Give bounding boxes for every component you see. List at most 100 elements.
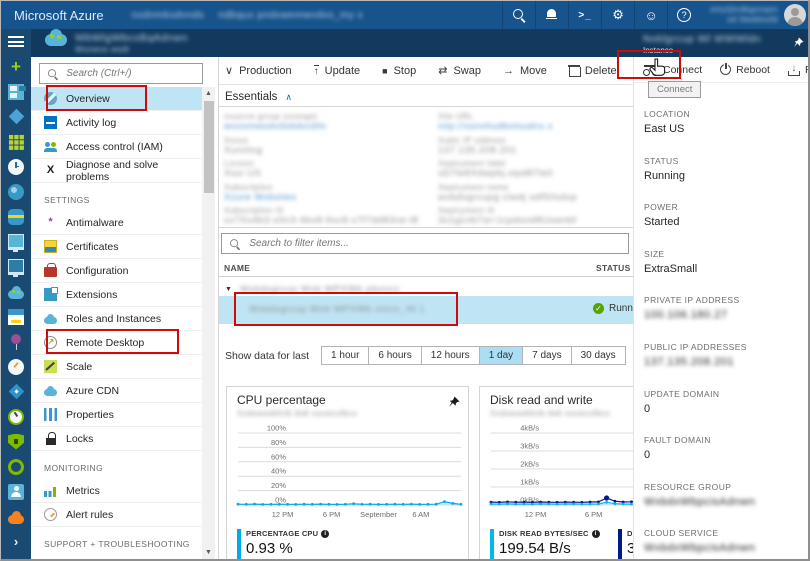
sidebar-item-properties[interactable]: Properties [31, 403, 203, 427]
essentials-pair: xxusrce grcup (xxsnge)wsxsmwsdvdxbdvcbfx [224, 112, 429, 132]
essentials-label-redacted: Xlie URL [438, 112, 630, 121]
disk-chart-card[interactable]: Disk read and writeXxdswsebfclb ibdl xsv… [479, 386, 633, 561]
sidebar-item-metrics[interactable]: Metrics [31, 479, 203, 503]
pin-icon[interactable] [448, 395, 460, 413]
range-30-days[interactable]: 30 days [572, 346, 626, 365]
sidebar-item-access-control-iam-[interactable]: Access control (IAM) [31, 135, 203, 159]
instance-row[interactable]: Wxbdxgrcup Wxb WPXWb xlncn_IN 1 ✓ Runnin… [219, 296, 633, 324]
time-range-bar: Show data for last 1 hour6 hours12 hours… [225, 346, 626, 365]
recent-clock-icon[interactable] [1, 154, 31, 179]
range-6-hours[interactable]: 6 hours [369, 346, 421, 365]
swap-button[interactable]: ⇄Swap [438, 64, 481, 77]
brand[interactable]: Microsoft Azure [14, 8, 104, 23]
move-button[interactable]: →Move [503, 65, 547, 77]
range-1-day[interactable]: 1 day [480, 346, 523, 365]
legend-item: DISK WRITE BYTES/SECi38 [618, 529, 633, 560]
sidebar-item-locks[interactable]: Locks [31, 427, 203, 451]
reboot-button[interactable]: Reboot [720, 64, 770, 76]
help-icon[interactable]: ? [667, 1, 700, 29]
sidebar-item-overview[interactable]: Overview [31, 87, 203, 111]
top-bar: Microsoft Azure nxdnmksdvnds ndbqux pndx… [1, 1, 810, 29]
reimage-button[interactable]: ↓Reimage [788, 64, 810, 76]
chart-title: Disk read and write [490, 393, 633, 407]
overview-icon [44, 92, 57, 105]
hamburger-menu-icon[interactable] [1, 29, 31, 54]
range-1-hour[interactable]: 1 hour [321, 346, 369, 365]
users-icon[interactable] [1, 479, 31, 504]
extensions-label: Extensions [66, 289, 117, 301]
scrollbar-down-icon[interactable]: ▼ [202, 546, 215, 559]
monitor-gauge-icon[interactable] [1, 404, 31, 429]
scrollbar-up-icon[interactable]: ▲ [202, 87, 215, 100]
filter-box[interactable] [221, 233, 629, 254]
sidebar-item-remote-desktop[interactable]: Remote Desktop [31, 331, 203, 355]
cloud-shell-icon[interactable]: >_ [568, 1, 601, 29]
essentials-pair: XxxusXunnlng [224, 136, 429, 156]
essentials-value-redacted[interactable]: Xzure Wxbslies [224, 192, 429, 203]
virtual-machine-icon[interactable] [1, 229, 31, 254]
essentials-header[interactable]: Essentials ∧ [225, 91, 292, 103]
search-icon [512, 8, 526, 22]
collapse-triangle-icon[interactable]: ▼ [225, 286, 232, 293]
pin-icon[interactable] [793, 35, 804, 53]
sidebar-item-extensions[interactable]: Extensions [31, 283, 203, 307]
virtual-machine-classic-icon[interactable] [1, 254, 31, 279]
marketplace-cloud-icon[interactable] [1, 504, 31, 529]
sidebar-item-scale[interactable]: Scale [31, 355, 203, 379]
dashboard-icon[interactable] [1, 79, 31, 104]
expand-chevron-icon[interactable]: › [1, 529, 31, 554]
sidebar-item-activity-log[interactable]: Activity log [31, 111, 203, 135]
stop-button[interactable]: ■Stop [382, 65, 416, 77]
all-resources-icon[interactable] [1, 129, 31, 154]
range-7-days[interactable]: 7 days [523, 346, 571, 365]
sidebar-item-antimalware[interactable]: *Antimalware [31, 211, 203, 235]
filter-input[interactable] [247, 237, 622, 250]
database-icon[interactable] [1, 204, 31, 229]
essentials-pair: Xublc IP xddress137.135.208.201 [438, 136, 630, 156]
essentials-value-redacted[interactable]: wsxsmwsdvdxbdvcbfx [224, 121, 429, 132]
cube-icon[interactable] [1, 104, 31, 129]
search-icon[interactable] [502, 1, 535, 29]
sidebar-item-configuration[interactable]: Configuration [31, 259, 203, 283]
menu-scrollbar[interactable]: ▲ ▼ [202, 87, 215, 559]
menu-search-box[interactable] [39, 63, 203, 84]
avatar[interactable] [784, 4, 806, 26]
table-group-row[interactable]: ▼ Wxbdxgrcup Wxb WPXWb pbxncn [219, 281, 633, 297]
notifications-bell-icon[interactable] [535, 1, 568, 29]
sidebar-item-roles-and-instances[interactable]: Roles and Instances [31, 307, 203, 331]
new-resource-plus-icon[interactable]: + [1, 54, 31, 79]
essentials-value-redacted[interactable]: niip://xsnvhudbxlsudnx.x [438, 121, 630, 132]
speedometer-icon[interactable] [1, 354, 31, 379]
scrollbar-thumb[interactable] [204, 101, 214, 193]
sql-server-icon[interactable] [1, 304, 31, 329]
cloud-services-icon[interactable] [1, 279, 31, 304]
balloon-icon[interactable] [1, 329, 31, 354]
delete-button[interactable]: Delete [569, 65, 617, 77]
azure-ad-diamond-icon[interactable] [1, 379, 31, 404]
collapse-caret-icon[interactable]: ∧ [285, 92, 292, 103]
essentials-pair: Xeplcymeni lX3x1gcnb7w+1cpdsnd8Uswnbf [438, 206, 630, 226]
field-location: LOCATIONEast US [644, 109, 804, 156]
settings-gear-icon[interactable]: ⚙ [601, 1, 634, 29]
update-button[interactable]: ↑Update [314, 65, 360, 77]
sidebar-item-certificates[interactable]: Certificates [31, 235, 203, 259]
sidebar-item-diagnose-and-solve-problems[interactable]: XDiagnose and solve problems [31, 159, 203, 183]
security-shield-icon[interactable] [1, 429, 31, 454]
cpu-chart-card[interactable]: CPU percentageXxdswsebfclb ibdl xsvwcxfb… [226, 386, 469, 561]
connect-button[interactable]: Connect [644, 64, 702, 76]
svg-text:12 PM: 12 PM [272, 510, 294, 519]
essentials-section: xxusrce grcup (xxsnge)wsxsmwsdvdxbdvcbfx… [219, 106, 633, 228]
menu-search-input[interactable] [64, 67, 196, 80]
search-icon [47, 68, 57, 79]
production-button[interactable]: ∨Production [225, 64, 292, 77]
feedback-smiley-icon[interactable]: ☺ [634, 1, 667, 29]
legend-metric-name: DISK READ BYTES/SECi [499, 529, 600, 538]
sidebar-item-alert-rules[interactable]: Alert rules [31, 503, 203, 527]
range-12-hours[interactable]: 12 hours [422, 346, 480, 365]
account-info[interactable]: smyQlcdkgxnqsn sd fdsddvsfd [710, 5, 778, 25]
virtual-machine-classic-icon [8, 259, 24, 275]
app-services-globe-icon[interactable] [1, 179, 31, 204]
legend-color-bar [237, 529, 241, 560]
sidebar-item-azure-cdn[interactable]: Azure CDN [31, 379, 203, 403]
advisor-ring-icon[interactable] [1, 454, 31, 479]
